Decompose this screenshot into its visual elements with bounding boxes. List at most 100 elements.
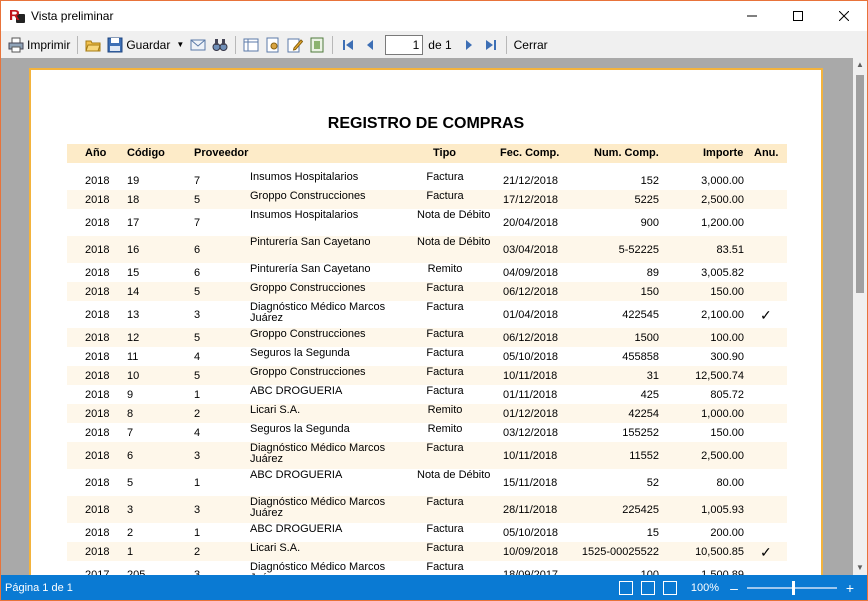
table-row: 2018 15 6 Pinturería San Cayetano Remito 04/0… <box>67 263 787 282</box>
cell-num: 155252 <box>622 426 659 439</box>
cell-anio: 2018 <box>85 193 110 206</box>
save-label: Guardar <box>126 37 171 52</box>
cell-prov-id: 5 <box>194 285 201 298</box>
scrollbar-thumb[interactable] <box>856 75 864 293</box>
cell-fecha: 03/12/2018 <box>503 426 559 439</box>
cell-tipo: Factura <box>426 190 464 202</box>
find-button[interactable] <box>209 34 231 56</box>
close-window-button[interactable] <box>821 1 867 31</box>
cell-importe: 200.00 <box>710 526 744 539</box>
cell-codigo: 9 <box>127 388 134 401</box>
save-button[interactable]: Guardar <box>104 34 173 56</box>
toolbar-separator <box>77 35 79 54</box>
cell-prov-id: 3 <box>194 308 201 321</box>
cell-anu: ✓ <box>760 306 772 323</box>
header-importe: Importe <box>703 147 744 159</box>
scroll-down-icon[interactable]: ▼ <box>853 561 867 575</box>
table-row: 2018 17 7 Insumos Hospitalarios Nota de Débi… <box>67 209 787 236</box>
cell-prov: Seguros la Segunda <box>250 423 350 435</box>
table-row: 2018 1 2 Licari S.A. Factura 10/09/2018 1525-0… <box>67 542 787 561</box>
page-number-input[interactable] <box>385 34 424 55</box>
report-page: REGISTRO DE COMPRAS Año Código Proveedor… <box>29 68 823 575</box>
next-page-icon <box>461 37 477 53</box>
cell-importe: 1,500.89 <box>701 568 744 576</box>
cell-importe: 300.90 <box>710 350 744 363</box>
open-button[interactable] <box>82 34 104 56</box>
cell-fecha: 21/12/2018 <box>503 174 559 187</box>
scroll-up-icon[interactable]: ▲ <box>853 58 867 72</box>
cell-prov-id: 5 <box>194 369 201 382</box>
first-page-button[interactable] <box>337 34 359 56</box>
last-page-button[interactable] <box>480 34 502 56</box>
preview-window: R Vista preliminar Imprimir Guardar ▼ 1 … <box>0 0 868 601</box>
print-label: Imprimir <box>27 37 71 52</box>
page-setup-button[interactable] <box>262 34 284 56</box>
next-page-button[interactable] <box>458 34 480 56</box>
preview-area[interactable]: REGISTRO DE COMPRAS Año Código Proveedor… <box>1 58 853 575</box>
cell-prov: Insumos Hospitalarios <box>250 171 359 183</box>
table-row: 2018 7 4 Seguros la Segunda Remito 03/12/2018… <box>67 423 787 442</box>
cell-tipo: Factura <box>426 282 464 294</box>
edit-page-button[interactable] <box>284 34 306 56</box>
table-row: 2018 13 3 Diagnóstico Médico Marcos Juárez F… <box>67 301 787 328</box>
zoom-slider-handle[interactable] <box>792 580 795 595</box>
maximize-button[interactable] <box>775 1 821 31</box>
cell-prov-id: 3 <box>194 449 201 462</box>
cell-prov-id: 3 <box>194 503 201 516</box>
cell-codigo: 2 <box>127 526 134 539</box>
table-row: 2018 12 5 Groppo Construcciones Factura 06/12… <box>67 328 787 347</box>
cell-tipo: Nota de Débito <box>417 469 491 481</box>
cell-tipo: Factura <box>426 301 464 313</box>
cell-codigo: 11 <box>127 350 139 363</box>
cell-tipo: Remito <box>427 423 463 435</box>
header-anio: Año <box>85 147 107 159</box>
cell-fecha: 28/11/2018 <box>503 503 558 516</box>
cell-anio: 2018 <box>85 369 110 382</box>
prev-page-button[interactable] <box>359 34 381 56</box>
cell-importe: 1,000.00 <box>701 407 744 420</box>
zoom-out-button[interactable]: – <box>727 580 741 596</box>
vertical-scrollbar[interactable]: ▲ ▼ <box>853 58 867 575</box>
single-page-view-icon[interactable] <box>618 580 633 595</box>
table-row: 2017 205 3 Diagnóstico Médico Marcos Juárez… <box>67 561 787 576</box>
cell-codigo: 3 <box>127 503 134 516</box>
cell-importe: 2,500.00 <box>701 193 744 206</box>
toolbar-separator <box>505 35 507 54</box>
print-button[interactable]: Imprimir <box>5 34 73 56</box>
window-title: Vista preliminar <box>31 9 114 23</box>
envelope-icon <box>190 37 206 53</box>
page-width-view-icon[interactable] <box>640 580 655 595</box>
save-options-dropdown[interactable]: ▼ <box>173 34 187 56</box>
email-button[interactable] <box>187 34 209 56</box>
cell-fecha: 01/11/2018 <box>503 388 558 401</box>
zoom-in-button[interactable]: + <box>843 580 857 596</box>
pencil-page-icon <box>287 37 304 53</box>
cell-num: 425 <box>640 388 659 401</box>
printer-icon <box>8 37 24 53</box>
cell-codigo: 13 <box>127 308 140 321</box>
minimize-button[interactable] <box>729 1 775 31</box>
cell-anio: 2018 <box>85 545 110 558</box>
cell-anio: 2018 <box>85 350 110 363</box>
cell-tipo: Factura <box>426 442 464 454</box>
header-anulado: Anu. <box>754 147 779 159</box>
cell-prov: ABC DROGUERIA <box>250 523 343 535</box>
cell-importe: 3,005.82 <box>701 266 744 279</box>
outline-button[interactable] <box>240 34 262 56</box>
cell-num: 1525-00025522 <box>581 545 659 558</box>
cell-prov: Diagnóstico Médico Marcos Juárez <box>250 496 386 519</box>
table-row: 2018 18 5 Groppo Construcciones Factura 17/12… <box>67 190 787 209</box>
cell-anio: 2018 <box>85 526 110 539</box>
cell-codigo: 205 <box>127 568 146 576</box>
outline-panel-icon <box>243 37 259 53</box>
cell-prov: Diagnóstico Médico Marcos Juárez <box>250 561 386 576</box>
cell-tipo: Factura <box>426 561 464 573</box>
cell-tipo: Factura <box>426 347 464 359</box>
close-preview-button[interactable]: Cerrar <box>511 34 551 56</box>
multi-page-view-icon[interactable] <box>662 580 677 595</box>
cell-importe: 2,100.00 <box>701 308 744 321</box>
watermark-button[interactable] <box>306 34 328 56</box>
header-fecha: Fec. Comp. <box>500 147 560 159</box>
zoom-slider[interactable] <box>747 580 837 595</box>
cell-num: 150 <box>640 285 659 298</box>
